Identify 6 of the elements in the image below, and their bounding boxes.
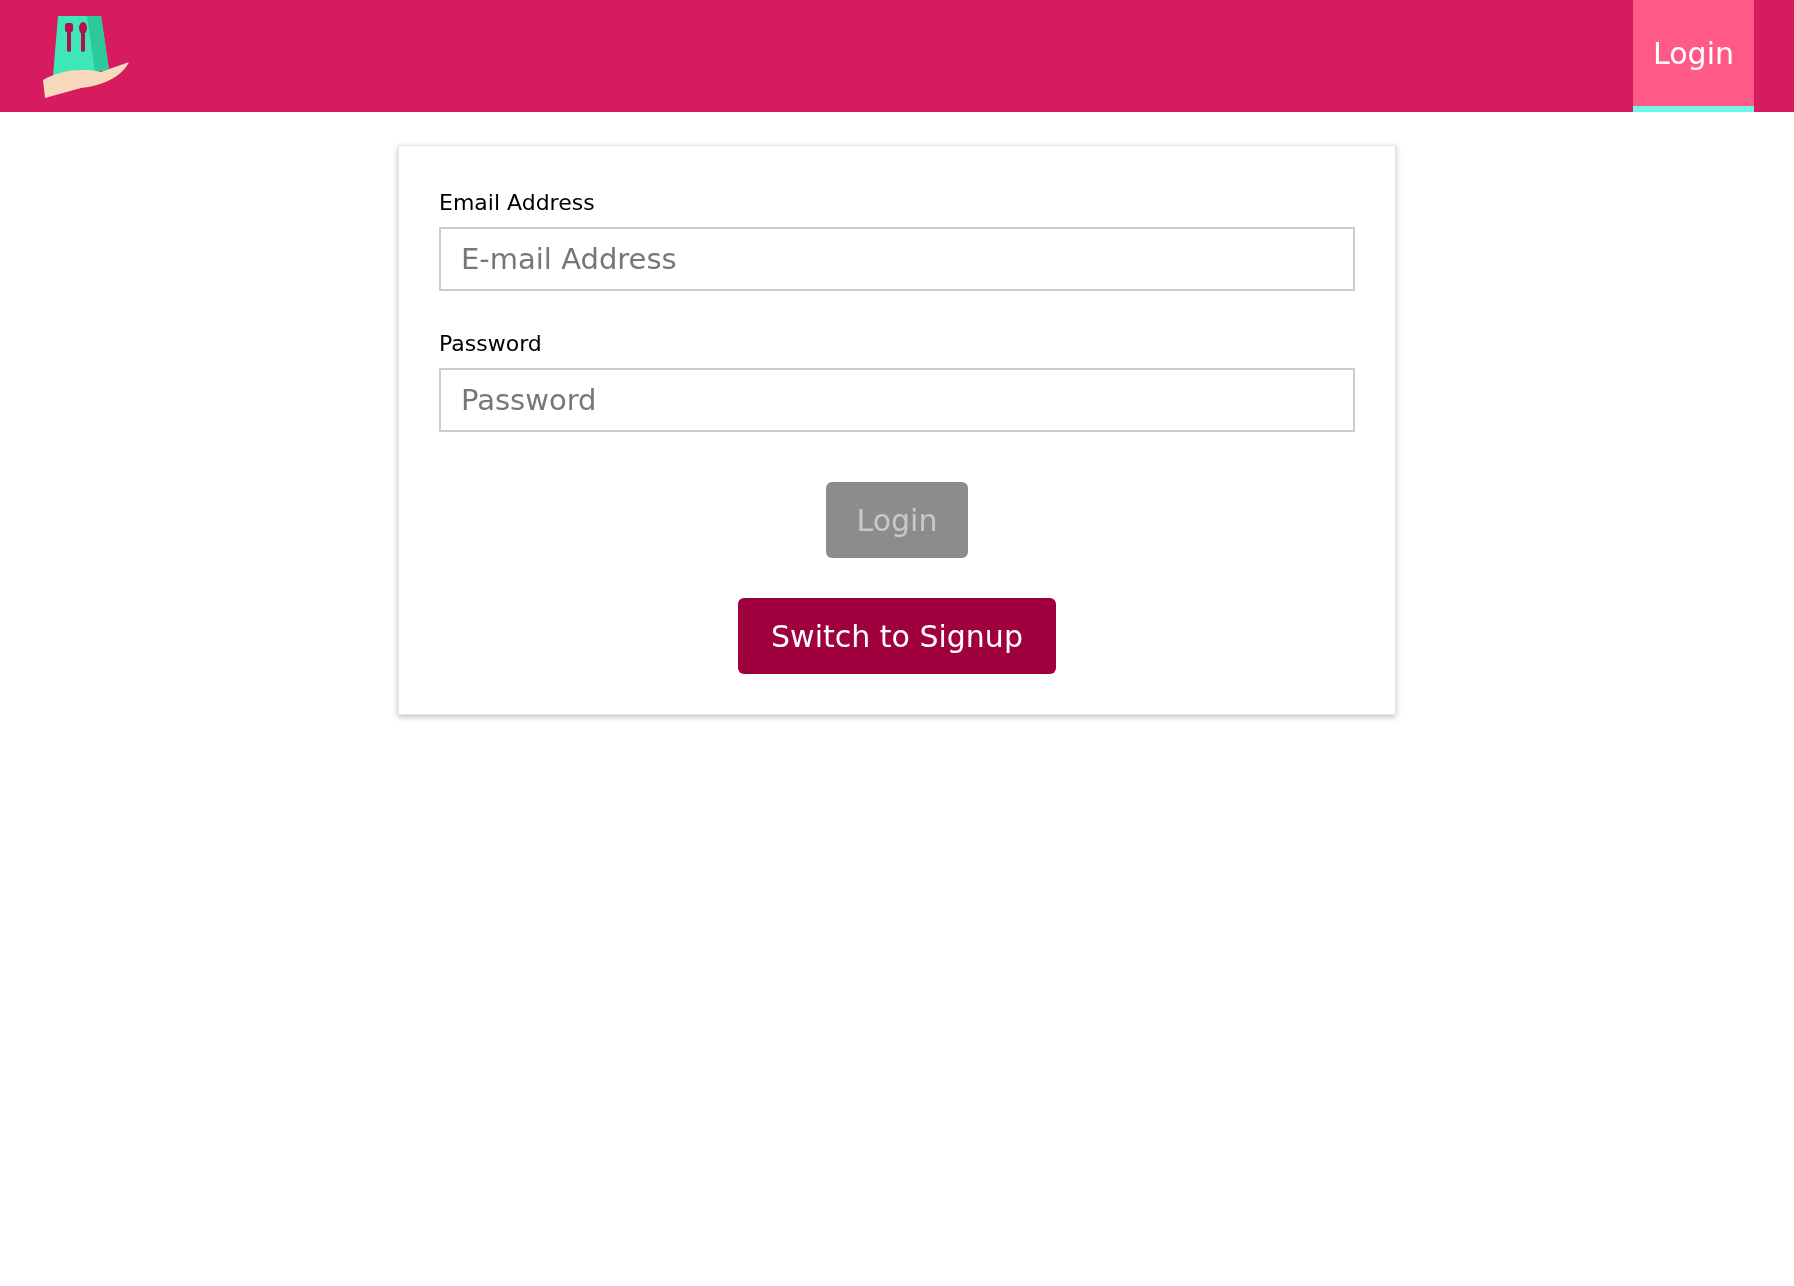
text-field[interactable]: E-mail Address: [439, 227, 1355, 291]
switch-signup-button[interactable]: Switch to Signup: [738, 598, 1056, 674]
nav-link[interactable]: Login: [1633, 0, 1754, 112]
field-label: Password: [439, 330, 542, 358]
text-field[interactable]: Password: [439, 368, 1355, 432]
field-label: Email Address: [439, 189, 595, 217]
